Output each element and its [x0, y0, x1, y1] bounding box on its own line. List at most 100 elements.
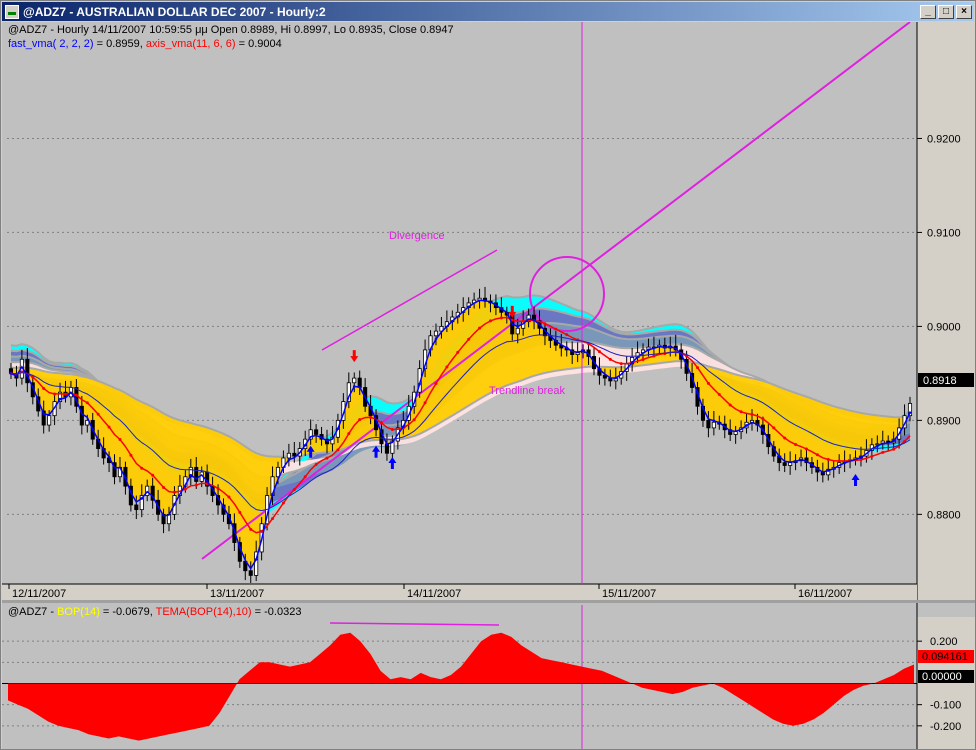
axis-vma-dot [314, 462, 318, 466]
fast-vma-dot [859, 456, 863, 459]
price-tick-label: 0.9200 [927, 133, 961, 145]
axis-vma-dot [488, 319, 492, 323]
axis-vma-dot [63, 392, 67, 396]
fast-vma-dot [156, 504, 160, 508]
panel-separator[interactable] [2, 600, 975, 603]
axis-vma-dot [467, 337, 471, 341]
candle-body [47, 415, 52, 426]
axis-vma-dot [303, 475, 307, 479]
candle-body [711, 421, 716, 429]
candle-body [788, 462, 793, 466]
fast-vma-dot [238, 546, 242, 549]
axis-vma-dot [151, 473, 155, 477]
divergence-label: Divergence [389, 230, 445, 242]
indicator-last-label: 0.094161 [922, 651, 968, 663]
fast-vma-dot [287, 458, 291, 462]
axis-vma-dot [728, 403, 732, 407]
indicator-zero-label: 0.00000 [922, 671, 962, 683]
candle-body [352, 377, 357, 384]
fast-vma-dot [336, 427, 340, 431]
axis-vma-dot [74, 393, 78, 397]
axis-vma-dot [445, 365, 449, 369]
axis-vma-dot [42, 387, 46, 391]
fast-vma-dot [532, 318, 536, 322]
price-tick-label: 0.9100 [927, 227, 961, 239]
fast-vma-dot [745, 424, 748, 427]
price-tick-label: 0.9000 [927, 321, 961, 333]
candle-body [248, 570, 253, 576]
axis-vma-dot [85, 401, 89, 405]
bop-value: = -0.0679, [100, 606, 156, 618]
fast-vma-dot [320, 436, 323, 439]
axis-vma-dot [881, 450, 885, 454]
fast-vma-dot [598, 368, 601, 371]
tema-value: = -0.0323 [252, 606, 302, 618]
axis-vma-dot [826, 458, 830, 462]
app-icon [5, 4, 19, 19]
fast-vma-dot [516, 325, 520, 328]
tema-legend: TEMA(BOP(14),10) [156, 606, 252, 618]
fast-vma-legend: fast_vma( 2, 2, 2) [8, 38, 94, 50]
axis-vma-dot [423, 401, 427, 405]
indicator-tick-label: 0.200 [930, 636, 958, 648]
fast-vma-dot [728, 429, 732, 433]
close-button[interactable]: × [956, 5, 972, 19]
fast-vma-dot [434, 337, 438, 341]
axis-vma-dot [358, 418, 362, 422]
axis-vma-dot [107, 425, 111, 429]
fast-vma-dot [222, 505, 225, 509]
fast-vma-dot [794, 460, 797, 463]
axis-vma-dot [336, 448, 340, 452]
fast-vma-dot [189, 473, 193, 477]
axis-vma-dot [478, 326, 482, 330]
axis-vma-dot [706, 381, 710, 385]
candle-body [733, 431, 738, 435]
axis-vma-dot [140, 466, 144, 470]
fast-vma-dot [140, 497, 144, 500]
fast-vma-dot [565, 346, 569, 349]
axis-vma-dot [597, 350, 601, 354]
axis-vma-dot [750, 412, 754, 416]
axis-vma-dot [619, 362, 623, 366]
axis-vma-dot [271, 517, 275, 521]
axis-vma-dot [794, 443, 798, 447]
fast-vma-dot [467, 305, 470, 309]
fast-vma-dot [908, 411, 912, 414]
axis-vma-dot [238, 510, 242, 514]
window-titlebar[interactable]: @ADZ7 - AUSTRALIAN DOLLAR DEC 2007 - Hou… [2, 2, 974, 21]
axis-vma-value: = 0.9004 [236, 38, 282, 50]
axis-vma-dot [412, 418, 416, 422]
axis-vma-dot [369, 415, 373, 419]
axis-vma-dot [194, 483, 198, 487]
fast-vma-dot [58, 397, 62, 401]
fast-vma-dot [42, 412, 45, 416]
candle-body [286, 452, 291, 459]
fast-vma-dot [630, 361, 634, 364]
fast-vma-dot [451, 319, 454, 323]
fast-vma-dot [581, 349, 585, 353]
fast-vma-dot [352, 385, 356, 388]
fast-vma-value: = 0.8959, [94, 38, 146, 50]
fast-vma-dot [500, 307, 503, 311]
bop-legend: BOP(14) [57, 606, 100, 618]
axis-vma-dot [281, 501, 285, 505]
fast-vma-dot [843, 461, 846, 465]
chart-window: @ADZ7 - AUSTRALIAN DOLLAR DEC 2007 - Hou… [0, 0, 976, 750]
indicator-tick-label: -0.100 [930, 700, 961, 712]
axis-vma-dot [761, 417, 765, 421]
fast-vma-dot [124, 476, 127, 480]
indicator-tick-label: -0.200 [930, 721, 961, 733]
price-tick-label: 0.8900 [927, 415, 961, 427]
date-tick-label: 13/11/2007 [210, 588, 264, 600]
axis-vma-dot [837, 459, 841, 463]
axis-vma-dot [543, 322, 547, 326]
minimize-button[interactable]: _ [920, 5, 936, 19]
symbol-ohlc-header: @ADZ7 - Hourly 14/11/2007 10:59:55 μμ Op… [8, 24, 454, 36]
maximize-button[interactable]: □ [938, 5, 954, 19]
axis-vma-dot [379, 421, 383, 425]
fast-vma-dot [647, 348, 650, 352]
fast-vma-dot [205, 479, 209, 483]
fast-vma-dot [271, 492, 274, 496]
axis-vma-dot [783, 436, 787, 440]
axis-vma-dot [325, 456, 329, 460]
